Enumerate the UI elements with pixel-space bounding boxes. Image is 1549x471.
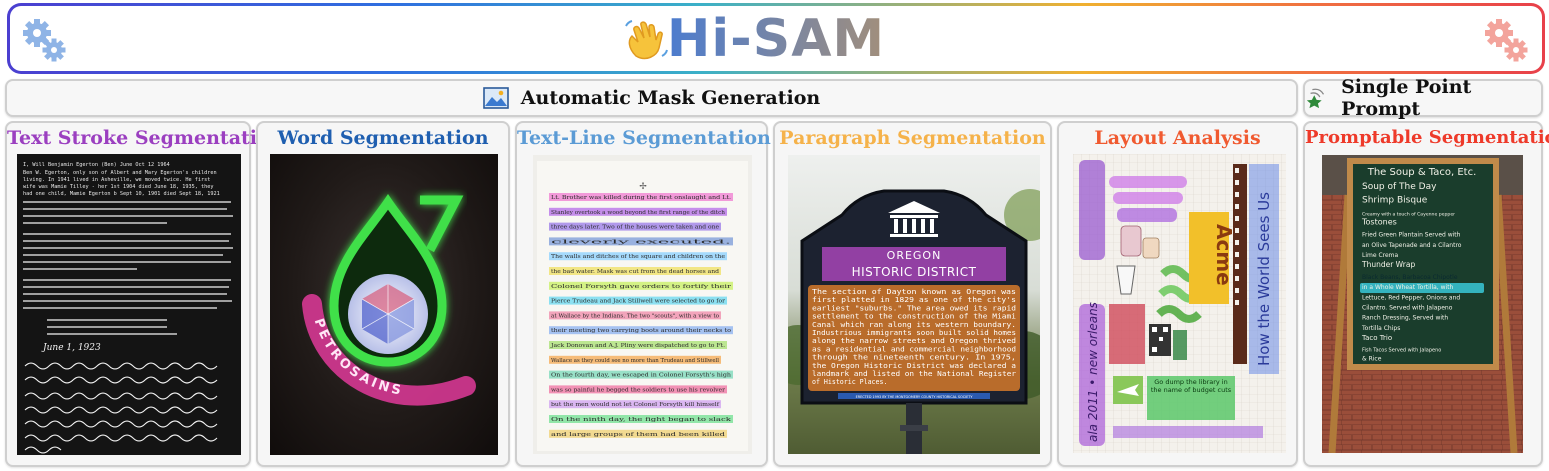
board-text-line: Thunder Wrap: [1361, 260, 1415, 269]
sign-text-line: The section of Dayton known as Oregon wa…: [812, 288, 1016, 296]
text-line: at Wallace by the Indians. The two "scou…: [551, 313, 719, 319]
letter-line: wife was Mamie Tilley - her 1st 1904 die…: [23, 184, 214, 190]
board-text-line: Tortilla Chips: [1361, 325, 1400, 332]
automatic-mask-generation-header: Automatic Mask Generation: [5, 79, 1298, 117]
petrosains-logo-image: PETROSAINS: [270, 154, 498, 455]
title-banner-inner: Hi-SAM: [10, 6, 1542, 71]
sign-title-2: HISTORIC DISTRICT: [852, 265, 977, 279]
panel-text-line-segmentation: Text-Line Segmentation ✢ Lt. Brother was…: [515, 121, 771, 467]
board-text-line: Shrimp Bisque: [1362, 195, 1428, 205]
text-line: their meeting two carrying boots around …: [551, 328, 731, 334]
text-line: On the ninth day, the fight began to sla…: [551, 417, 732, 423]
text-line: On the fourth day, we escaped in Colonel…: [551, 373, 732, 379]
header-label: Single Point Prompt: [1341, 76, 1472, 120]
sign-text-line: of Historic Places.: [812, 378, 887, 386]
sign-title-1: OREGON: [887, 249, 942, 262]
pointer-star-icon: [1306, 88, 1325, 109]
sign-text-line: as a residential and commercial neighbor…: [812, 345, 1016, 353]
vertical-title-text: How the World Sees Us: [1255, 192, 1273, 366]
image-icon: [482, 87, 509, 109]
text-line: was so painful he begged the soldiers to…: [551, 387, 725, 393]
board-text-line: Fried Green Plantain Served with: [1362, 232, 1461, 239]
board-text-line: Taco Trio: [1361, 334, 1392, 342]
sign-text-line: through the nineteenth century. In 1975,: [812, 354, 1016, 362]
panel-title: Promptable Segmentation: [1305, 127, 1549, 148]
text-line: three days later. Two of the houses were…: [551, 225, 719, 231]
sign-text-line: settlement to the construction of the Mi…: [812, 313, 1016, 321]
board-text-line: an Olive Tapenade and a Cilantro: [1362, 242, 1462, 249]
panel-text-stroke-segmentation: Text Stroke Segmentation I, Will Benjami…: [5, 121, 284, 467]
panel-layout-analysis: Layout Analysis Acme How the World Sees …: [1057, 121, 1298, 467]
board-text-line: & Rice: [1362, 356, 1382, 363]
board-text-line: Soup of The Day: [1362, 182, 1437, 192]
text-line: The walls and ditches of the square and …: [551, 254, 725, 260]
board-text-line: Cilantro. Served with Jalapeno: [1362, 305, 1453, 312]
letter-line: Ben W. Egerton, only son of Albert and M…: [23, 170, 217, 176]
board-text-line: Ranch Dressing, Served with: [1362, 315, 1448, 322]
header-label: Automatic Mask Generation: [520, 87, 821, 109]
document-page-image: ✢ Lt. Brother was killed during the firs…: [533, 155, 752, 454]
sign-footer: ERECTED 1993 BY THE MONTGOMERY COUNTY HI…: [856, 395, 974, 399]
sign-text-line: Canal which ran along its western bounda…: [812, 321, 1016, 329]
board-text-line: Fish Tacos Served with Jalapeno: [1362, 347, 1441, 353]
text-line: Jack Donovan and A.J. Pliny were dispatc…: [550, 343, 725, 349]
handwritten-letter-image: I, Will Benjamin Egerton (Ben) June Oct …: [17, 154, 241, 455]
svg-text:✢: ✢: [639, 182, 647, 192]
single-point-prompt-header: Single Point Prompt: [1303, 76, 1543, 120]
letter-line: had one child, Mamie Egerton b Sept 10, …: [23, 191, 220, 197]
text-line: cleverly executed.: [551, 239, 732, 245]
sign-text-line: first platted in 1829 as one of the city…: [812, 296, 1016, 304]
sign-text-line: earliest "suburbs." The area owed its ra…: [812, 304, 1016, 312]
text-line: but the men would not let Colonel Forsyt…: [551, 402, 720, 408]
sign-text-line: Industrious immigrants soon built solid …: [812, 329, 1016, 337]
board-text-line: Lime Crema: [1362, 252, 1399, 259]
panel-title: Word Segmentation: [277, 127, 489, 149]
sign-text-line: along the narrow streets and Oregon thri…: [812, 337, 1016, 345]
panel-title: Text-Line Segmentation: [517, 127, 771, 149]
letter-date: June 1, 1923: [41, 343, 101, 353]
sign-text-line: landmark and listed on the National Regi…: [812, 370, 1016, 378]
text-line: Pierce Trudeau and Jack Stillwell were s…: [551, 299, 725, 305]
panel-title: Layout Analysis: [1094, 127, 1261, 149]
text-line: Colonel Forsyth gave orders to fortify t…: [551, 284, 732, 290]
board-text-line: in a Whole Wheat Tortilla, with: [1362, 284, 1454, 291]
board-text-line: Tostones: [1361, 217, 1397, 226]
letter-line: living. In 1941 lived in Asheville, we m…: [23, 177, 210, 183]
panel-paragraph-segmentation: Paragraph Segmentation OREGON HISTORIC D…: [773, 121, 1052, 467]
text-line: Wallace as they could see no more than T…: [551, 358, 719, 364]
text-line: and large groups of them had been killed: [551, 432, 726, 438]
panel-word-segmentation: Word Segmentation PETROSAINS: [256, 121, 510, 467]
board-text-line: Lettuce, Red Pepper, Onions and: [1362, 294, 1460, 301]
panel-title: Paragraph Segmentation: [779, 127, 1046, 149]
board-text-line: Black Beans, Barbacoa Chipotle: [1362, 274, 1458, 281]
letter-line: I, Will Benjamin Egerton (Ben) June Oct …: [23, 162, 170, 168]
historic-marker-image: OREGON HISTORIC DISTRICT The section of …: [788, 155, 1040, 454]
text-line: Lt. Brother was killed during the first …: [551, 195, 731, 201]
panel-promptable-segmentation: Promptable Segmentation The Soup & Taco,…: [1303, 121, 1549, 467]
gear-icon: [1485, 19, 1528, 62]
board-text-line: The Soup & Taco, Etc.: [1367, 167, 1477, 178]
chalkboard-photo-image: The Soup & Taco, Etc. Soup of The Day Shri…: [1322, 155, 1523, 453]
text-line: the bad water. Mask was cut from the dea…: [551, 269, 720, 275]
collage-poster-image: Acme How the World Sees Us ala 2011 • ne…: [1073, 154, 1286, 453]
note-text: Go dump the library in the name of budge…: [1150, 378, 1232, 394]
acme-logo-text: Acme: [1212, 224, 1236, 286]
text-line: Stanley overtook a wood beyond the first…: [551, 210, 726, 216]
title-banner: Hi-SAM: [7, 3, 1545, 74]
side-vertical-text: ala 2011 • new orleans: [1086, 302, 1100, 442]
panel-title: Text Stroke Segmentation: [7, 127, 284, 149]
sign-text-line: the Oregon Historic District was declare…: [812, 362, 1016, 370]
banner-title: Hi-SAM: [10, 8, 1542, 70]
